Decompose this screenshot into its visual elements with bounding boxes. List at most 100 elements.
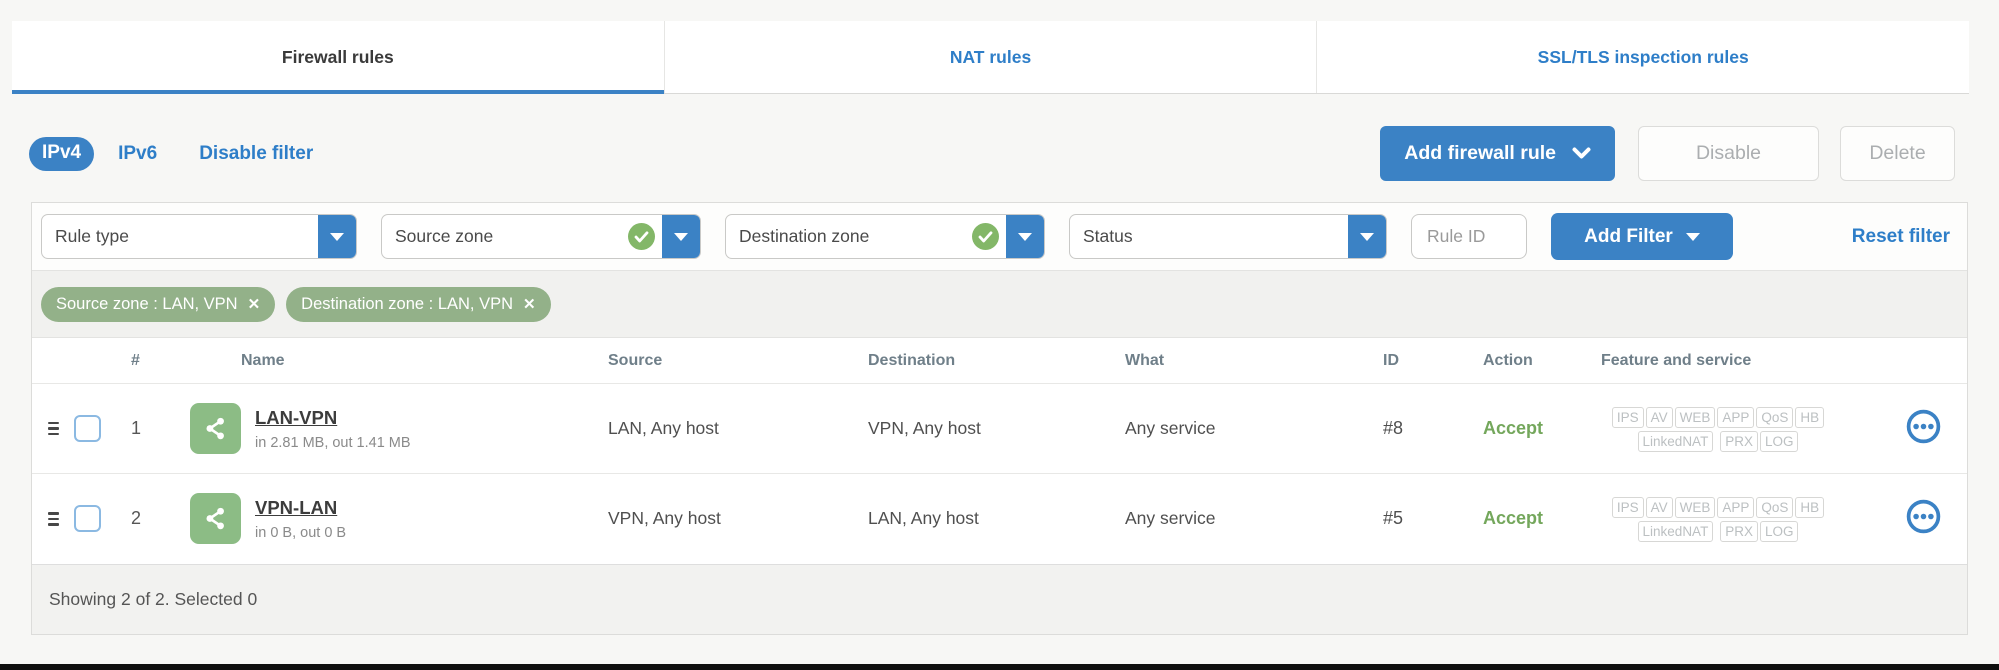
disable-button[interactable]: Disable [1638, 126, 1819, 181]
feature-badge: AV [1646, 407, 1673, 428]
header-number: # [122, 338, 174, 384]
ipv4-toggle[interactable]: IPv4 [29, 137, 94, 171]
header-feature-service: Feature and service [1557, 338, 1879, 384]
rule-id: #8 [1331, 384, 1407, 474]
table-footer: Showing 2 of 2. Selected 0 [32, 564, 1967, 634]
active-tab-underline [12, 90, 664, 94]
rule-type-select-value: Rule type [42, 226, 318, 247]
checkbox-cell [74, 474, 122, 564]
source-zone-dropdown-button[interactable] [662, 215, 700, 258]
header-drag [32, 338, 74, 384]
table-footer-summary: Showing 2 of 2. Selected 0 [49, 589, 257, 610]
name-cell: VPN-LAN in 0 B, out 0 B [174, 474, 562, 564]
status-select-value: Status [1070, 226, 1348, 247]
tab-nat-rules-label: NAT rules [950, 47, 1031, 68]
feature-badge: PRX [1720, 521, 1758, 542]
feature-badge: APP [1717, 407, 1754, 428]
feature-badges: IPSAVWEBAPPQoSHB LinkedNAT PRXLOG [1557, 495, 1879, 543]
row-more-actions-icon[interactable] [1905, 408, 1942, 445]
ipv6-toggle[interactable]: IPv6 [118, 143, 157, 165]
firewall-rules-table: # Name Source Destination What ID Action… [32, 337, 1967, 564]
drag-handle-icon[interactable] [48, 422, 59, 436]
filter-row: Rule type Source zone Destination zone S… [32, 203, 1967, 270]
header-checkbox [74, 338, 122, 384]
rule-type-select[interactable]: Rule type [41, 214, 357, 259]
rule-id: #5 [1331, 474, 1407, 564]
window-bottom-edge [0, 664, 1999, 670]
table-row: 1 LAN-VPN [32, 384, 1967, 474]
disable-filter-link[interactable]: Disable filter [199, 143, 313, 165]
add-firewall-rule-label: Add firewall rule [1404, 142, 1556, 165]
rule-what: Any service [1079, 474, 1331, 564]
feature-service-cell: IPSAVWEBAPPQoSHB LinkedNAT PRXLOG [1557, 384, 1879, 474]
feature-badge: IPS [1612, 497, 1644, 518]
feature-badge: QoS [1756, 407, 1793, 428]
status-select[interactable]: Status [1069, 214, 1387, 259]
feature-badge: AV [1646, 497, 1673, 518]
header-id: ID [1331, 338, 1407, 384]
feature-badge: HB [1795, 407, 1824, 428]
drag-cell [32, 474, 74, 564]
rule-number: 1 [122, 384, 174, 474]
feature-badge: WEB [1675, 407, 1716, 428]
filter-chip-source-zone: Source zone : LAN, VPN ✕ [41, 287, 275, 322]
drag-handle-icon[interactable] [48, 512, 59, 526]
feature-badge: LOG [1760, 521, 1799, 542]
reset-filter-link[interactable]: Reset filter [1852, 226, 1953, 248]
row-more-actions-icon[interactable] [1905, 498, 1942, 535]
header-what: What [1079, 338, 1331, 384]
rule-what: Any service [1079, 384, 1331, 474]
tab-nat-rules[interactable]: NAT rules [664, 21, 1317, 93]
rules-tabbar: Firewall rules NAT rules SSL/TLS inspect… [12, 21, 1969, 94]
row-checkbox[interactable] [74, 505, 101, 532]
tab-firewall-rules-label: Firewall rules [282, 47, 394, 68]
feature-badges: IPSAVWEBAPPQoSHB LinkedNAT PRXLOG [1557, 405, 1879, 453]
destination-zone-select[interactable]: Destination zone [725, 214, 1045, 259]
rule-destination: LAN, Any host [822, 474, 1079, 564]
add-filter-button[interactable]: Add Filter [1551, 213, 1733, 260]
feature-badge: LinkedNAT [1638, 431, 1714, 452]
feature-badge: LOG [1760, 431, 1799, 452]
tab-firewall-rules[interactable]: Firewall rules [12, 21, 664, 93]
caret-down-icon [1018, 233, 1032, 241]
destination-zone-dropdown-button[interactable] [1006, 215, 1044, 258]
source-zone-select[interactable]: Source zone [381, 214, 701, 259]
rule-name-link[interactable]: LAN-VPN [255, 407, 337, 429]
rule-name-link[interactable]: VPN-LAN [255, 497, 337, 519]
add-firewall-rule-button[interactable]: Add firewall rule [1380, 126, 1615, 181]
source-zone-select-value: Source zone [382, 226, 628, 247]
rule-type-share-icon[interactable] [190, 403, 241, 454]
delete-button[interactable]: Delete [1840, 126, 1955, 181]
feature-badge: QoS [1756, 497, 1793, 518]
rule-source: VPN, Any host [562, 474, 822, 564]
chevron-down-icon [1572, 147, 1591, 160]
caret-down-icon [1686, 233, 1700, 241]
checkbox-cell [74, 384, 122, 474]
status-dropdown-button[interactable] [1348, 215, 1386, 258]
filter-applied-check-icon [972, 223, 999, 250]
caret-down-icon [1360, 233, 1374, 241]
active-filter-chips-row: Source zone : LAN, VPN ✕ Destination zon… [32, 270, 1967, 337]
rule-source: LAN, Any host [562, 384, 822, 474]
rule-id-input[interactable] [1411, 214, 1527, 259]
row-menu-cell [1879, 474, 1967, 564]
feature-badge: WEB [1675, 497, 1716, 518]
rule-traffic-stats: in 2.81 MB, out 1.41 MB [255, 435, 411, 451]
remove-filter-icon[interactable]: ✕ [523, 295, 536, 313]
row-checkbox[interactable] [74, 415, 101, 442]
toolbar: IPv4 IPv6 Disable filter Add firewall ru… [29, 126, 1955, 181]
tab-ssl-tls-label: SSL/TLS inspection rules [1538, 47, 1749, 68]
rule-type-share-icon[interactable] [190, 493, 241, 544]
header-name: Name [174, 338, 562, 384]
drag-cell [32, 384, 74, 474]
rule-traffic-stats: in 0 B, out 0 B [255, 525, 346, 541]
tab-ssl-tls-inspection-rules[interactable]: SSL/TLS inspection rules [1316, 21, 1969, 93]
header-action: Action [1407, 338, 1557, 384]
destination-zone-select-value: Destination zone [726, 226, 972, 247]
filter-applied-check-icon [628, 223, 655, 250]
rule-type-dropdown-button[interactable] [318, 215, 356, 258]
remove-filter-icon[interactable]: ✕ [248, 295, 261, 313]
feature-service-cell: IPSAVWEBAPPQoSHB LinkedNAT PRXLOG [1557, 474, 1879, 564]
feature-badge: HB [1795, 497, 1824, 518]
header-destination: Destination [822, 338, 1079, 384]
